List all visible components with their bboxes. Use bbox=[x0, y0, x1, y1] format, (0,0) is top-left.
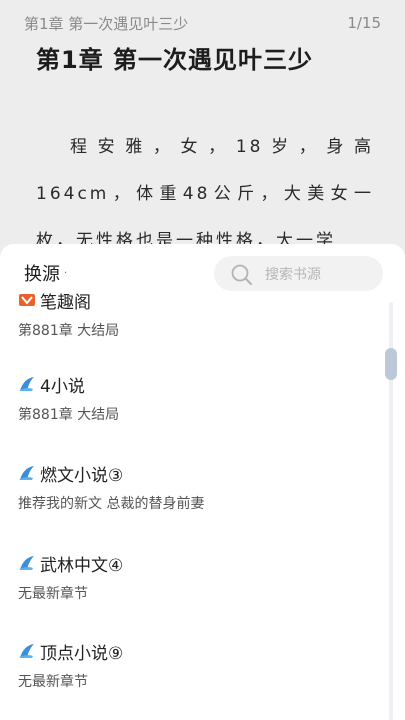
scrollbar-thumb[interactable] bbox=[385, 348, 397, 380]
source-item-4xiaoshuo[interactable]: 4小说 第881章 大结局 bbox=[18, 372, 368, 424]
reader-top-bar: 第1章 第一次遇见叶三少 1/15 bbox=[24, 11, 381, 35]
page-indicator: 1/15 bbox=[347, 14, 381, 32]
source-logo-icon bbox=[18, 554, 36, 572]
source-item-wulin[interactable]: 武林中文④ 无最新章节 bbox=[18, 551, 368, 603]
biquge-logo-icon bbox=[18, 291, 36, 309]
search-placeholder: 搜索书源 bbox=[265, 266, 321, 283]
sheet-title-label: 换源 bbox=[24, 264, 60, 285]
search-icon bbox=[231, 264, 252, 285]
source-latest-chapter: 第881章 大结局 bbox=[18, 323, 120, 339]
sheet-title-dot: · bbox=[64, 267, 68, 279]
source-name-row: 4小说 bbox=[18, 372, 368, 397]
source-logo-icon bbox=[18, 464, 36, 482]
header-chapter-title: 第1章 第一次遇见叶三少 bbox=[24, 14, 189, 33]
source-latest-chapter: 无最新章节 bbox=[18, 586, 88, 602]
source-name: 4小说 bbox=[40, 376, 85, 397]
source-name: 武林中文④ bbox=[40, 555, 124, 576]
source-name: 顶点小说⑨ bbox=[40, 643, 124, 664]
chapter-title: 第1章 第一次遇见叶三少 bbox=[36, 46, 314, 74]
source-name-row: 燃文小说③ bbox=[18, 461, 368, 486]
sheet-title: 换源 · bbox=[24, 260, 67, 286]
source-item-biquge[interactable]: 笔趣阁 第881章 大结局 bbox=[18, 288, 368, 340]
source-latest-chapter: 推荐我的新文 总裁的替身前妻 bbox=[18, 496, 205, 512]
source-logo-icon bbox=[18, 642, 36, 660]
source-latest-chapter: 无最新章节 bbox=[18, 674, 88, 690]
change-source-sheet: 换源 · 搜索书源 笔趣阁 第881章 大结局 4小说 第881章 大结局 燃文… bbox=[0, 244, 405, 720]
source-logo-icon bbox=[18, 375, 36, 393]
source-name: 燃文小说③ bbox=[40, 465, 124, 486]
source-item-ranwen[interactable]: 燃文小说③ 推荐我的新文 总裁的替身前妻 bbox=[18, 461, 368, 513]
source-name: 笔趣阁 bbox=[40, 292, 91, 313]
source-name-row: 顶点小说⑨ bbox=[18, 639, 368, 664]
source-latest-chapter: 第881章 大结局 bbox=[18, 407, 120, 423]
source-item-dingdian[interactable]: 顶点小说⑨ 无最新章节 bbox=[18, 639, 368, 691]
source-name-row: 武林中文④ bbox=[18, 551, 368, 576]
source-search-input[interactable]: 搜索书源 bbox=[214, 256, 383, 291]
source-list[interactable]: 笔趣阁 第881章 大结局 4小说 第881章 大结局 燃文小说③ 推荐我的新文… bbox=[0, 293, 405, 720]
source-name-row: 笔趣阁 bbox=[18, 288, 368, 313]
